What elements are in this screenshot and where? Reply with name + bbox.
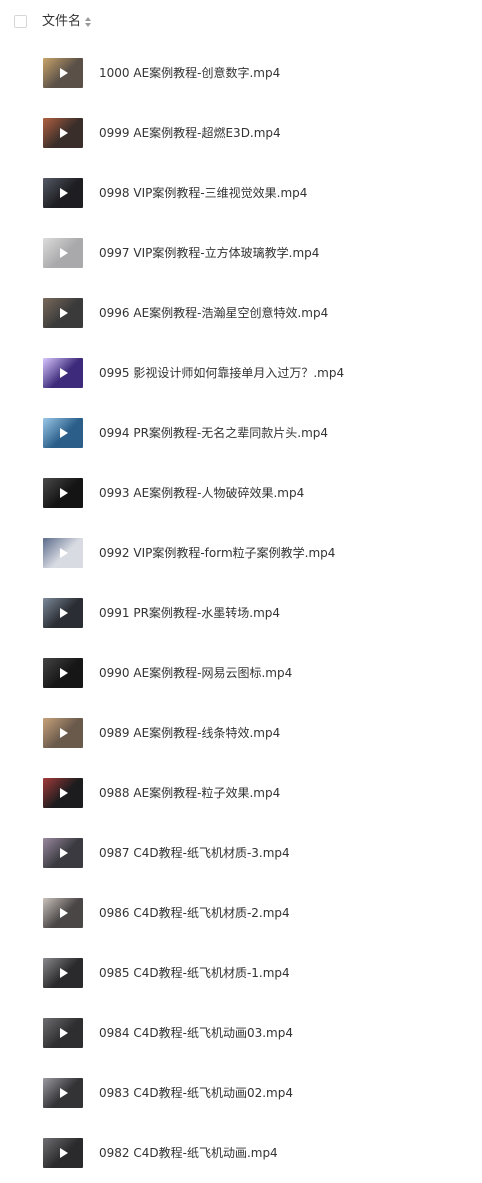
- file-name[interactable]: 0995 影视设计师如何靠接单月入过万？.mp4: [99, 364, 344, 382]
- file-row[interactable]: 0983 C4D教程-纸飞机动画02.mp4: [0, 1063, 482, 1123]
- file-name[interactable]: 0990 AE案例教程-网易云图标.mp4: [99, 664, 292, 682]
- file-name[interactable]: 0996 AE案例教程-浩瀚星空创意特效.mp4: [99, 304, 328, 322]
- file-row[interactable]: 0989 AE案例教程-线条特效.mp4: [0, 703, 482, 763]
- play-icon: [60, 368, 68, 378]
- file-row[interactable]: 0996 AE案例教程-浩瀚星空创意特效.mp4: [0, 283, 482, 343]
- play-icon: [60, 428, 68, 438]
- file-row[interactable]: 0997 VIP案例教程-立方体玻璃教学.mp4: [0, 223, 482, 283]
- video-thumbnail[interactable]: [43, 958, 83, 988]
- file-name[interactable]: 0989 AE案例教程-线条特效.mp4: [99, 724, 280, 742]
- file-name[interactable]: 0997 VIP案例教程-立方体玻璃教学.mp4: [99, 244, 319, 262]
- video-thumbnail[interactable]: [43, 658, 83, 688]
- play-icon: [60, 968, 68, 978]
- video-thumbnail[interactable]: [43, 718, 83, 748]
- play-icon: [60, 308, 68, 318]
- play-icon: [60, 908, 68, 918]
- file-row[interactable]: 0984 C4D教程-纸飞机动画03.mp4: [0, 1003, 482, 1063]
- file-name[interactable]: 0987 C4D教程-纸飞机材质-3.mp4: [99, 844, 290, 862]
- play-icon: [60, 728, 68, 738]
- column-header-label: 文件名: [42, 14, 82, 29]
- file-row[interactable]: 0982 C4D教程-纸飞机动画.mp4: [0, 1123, 482, 1183]
- play-icon: [60, 1028, 68, 1038]
- video-thumbnail[interactable]: [43, 898, 83, 928]
- video-thumbnail[interactable]: [43, 358, 83, 388]
- play-icon: [60, 788, 68, 798]
- file-row[interactable]: 0995 影视设计师如何靠接单月入过万？.mp4: [0, 343, 482, 403]
- video-thumbnail[interactable]: [43, 478, 83, 508]
- file-row[interactable]: 0986 C4D教程-纸飞机材质-2.mp4: [0, 883, 482, 943]
- select-all-checkbox[interactable]: [14, 15, 27, 28]
- video-thumbnail[interactable]: [43, 598, 83, 628]
- play-icon: [60, 68, 68, 78]
- video-thumbnail[interactable]: [43, 1078, 83, 1108]
- file-name[interactable]: 0986 C4D教程-纸飞机材质-2.mp4: [99, 904, 290, 922]
- file-row[interactable]: 0991 PR案例教程-水墨转场.mp4: [0, 583, 482, 643]
- video-thumbnail[interactable]: [43, 538, 83, 568]
- file-name[interactable]: 0994 PR案例教程-无名之辈同款片头.mp4: [99, 424, 328, 442]
- column-header-filename[interactable]: 文件名: [42, 14, 92, 30]
- file-row[interactable]: 1000 AE案例教程-创意数字.mp4: [0, 43, 482, 103]
- file-name[interactable]: 0998 VIP案例教程-三维视觉效果.mp4: [99, 184, 307, 202]
- file-name[interactable]: 0982 C4D教程-纸飞机动画.mp4: [99, 1144, 278, 1162]
- video-thumbnail[interactable]: [43, 238, 83, 268]
- file-row[interactable]: 0987 C4D教程-纸飞机材质-3.mp4: [0, 823, 482, 883]
- file-name[interactable]: 0999 AE案例教程-超燃E3D.mp4: [99, 124, 281, 142]
- file-row[interactable]: 0998 VIP案例教程-三维视觉效果.mp4: [0, 163, 482, 223]
- play-icon: [60, 668, 68, 678]
- file-name[interactable]: 0992 VIP案例教程-form粒子案例教学.mp4: [99, 544, 335, 562]
- video-thumbnail[interactable]: [43, 298, 83, 328]
- file-name[interactable]: 0993 AE案例教程-人物破碎效果.mp4: [99, 484, 304, 502]
- file-row[interactable]: 0988 AE案例教程-粒子效果.mp4: [0, 763, 482, 823]
- video-thumbnail[interactable]: [43, 178, 83, 208]
- file-list: 1000 AE案例教程-创意数字.mp4 0999 AE案例教程-超燃E3D.mp…: [0, 43, 482, 1183]
- file-name[interactable]: 1000 AE案例教程-创意数字.mp4: [99, 64, 280, 82]
- video-thumbnail[interactable]: [43, 838, 83, 868]
- video-thumbnail[interactable]: [43, 118, 83, 148]
- play-icon: [60, 248, 68, 258]
- file-row[interactable]: 0985 C4D教程-纸飞机材质-1.mp4: [0, 943, 482, 1003]
- file-name[interactable]: 0985 C4D教程-纸飞机材质-1.mp4: [99, 964, 290, 982]
- play-icon: [60, 1148, 68, 1158]
- video-thumbnail[interactable]: [43, 1018, 83, 1048]
- play-icon: [60, 1088, 68, 1098]
- play-icon: [60, 608, 68, 618]
- play-icon: [60, 128, 68, 138]
- file-name[interactable]: 0988 AE案例教程-粒子效果.mp4: [99, 784, 280, 802]
- file-row[interactable]: 0990 AE案例教程-网易云图标.mp4: [0, 643, 482, 703]
- sort-icon[interactable]: [85, 17, 92, 27]
- play-icon: [60, 188, 68, 198]
- play-icon: [60, 848, 68, 858]
- file-row[interactable]: 0993 AE案例教程-人物破碎效果.mp4: [0, 463, 482, 523]
- file-row[interactable]: 0992 VIP案例教程-form粒子案例教学.mp4: [0, 523, 482, 583]
- video-thumbnail[interactable]: [43, 778, 83, 808]
- play-icon: [60, 548, 68, 558]
- file-name[interactable]: 0984 C4D教程-纸飞机动画03.mp4: [99, 1024, 293, 1042]
- video-thumbnail[interactable]: [43, 1138, 83, 1168]
- play-icon: [60, 488, 68, 498]
- video-thumbnail[interactable]: [43, 58, 83, 88]
- file-row[interactable]: 0999 AE案例教程-超燃E3D.mp4: [0, 103, 482, 163]
- file-name[interactable]: 0991 PR案例教程-水墨转场.mp4: [99, 604, 280, 622]
- file-list-header: 文件名: [0, 0, 482, 46]
- file-name[interactable]: 0983 C4D教程-纸飞机动画02.mp4: [99, 1084, 293, 1102]
- video-thumbnail[interactable]: [43, 418, 83, 448]
- file-row[interactable]: 0994 PR案例教程-无名之辈同款片头.mp4: [0, 403, 482, 463]
